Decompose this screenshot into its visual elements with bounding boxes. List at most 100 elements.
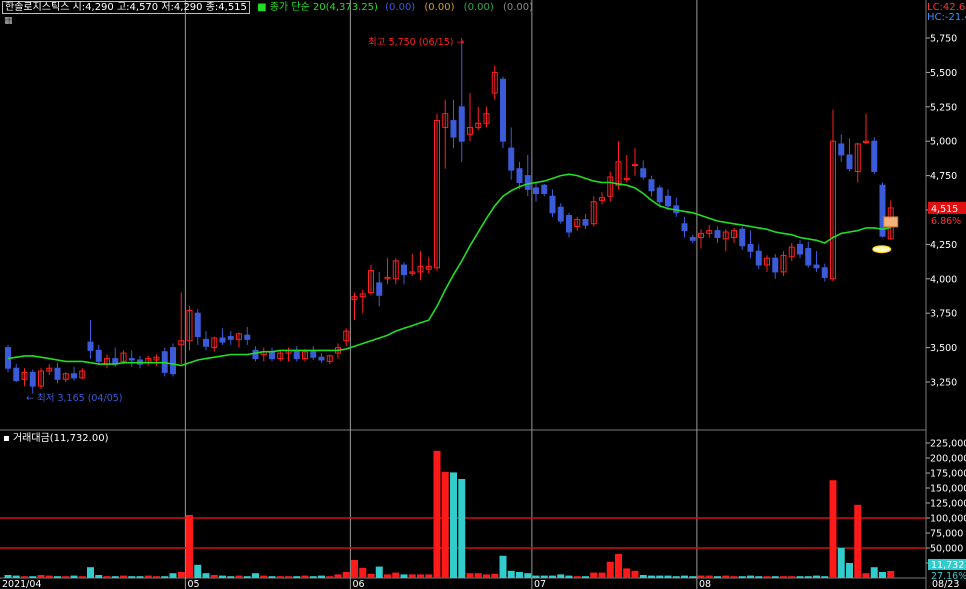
volume-bar	[648, 575, 655, 578]
stock-info-box[interactable]: 한솔로지스틱스 시:4,290 고:4,570 저:4,290 종:4,515	[2, 1, 250, 14]
volume-bar	[780, 576, 787, 578]
volume-bar	[95, 575, 103, 578]
volume-bar	[301, 575, 309, 578]
volume-bar	[516, 572, 523, 578]
volume-bar	[540, 575, 548, 578]
volume-bar	[169, 573, 177, 578]
volume-tick-label: 125,000	[930, 499, 966, 510]
volume-bar	[309, 576, 317, 578]
candle-body	[648, 179, 655, 192]
volume-bar	[582, 576, 589, 578]
table-icon[interactable]: ▦	[4, 15, 13, 27]
candle-body	[318, 356, 325, 361]
volume-bar	[639, 575, 647, 578]
candle-body	[566, 215, 572, 233]
hc-label: HC:-21.48	[927, 12, 966, 23]
candle-body	[244, 334, 251, 340]
volume-tick-label: 100,000	[930, 514, 966, 525]
candle-body	[269, 351, 275, 360]
candle-body	[450, 120, 457, 138]
candle-body	[500, 78, 506, 142]
volume-bar	[78, 576, 86, 578]
volume-bar	[705, 575, 713, 578]
price-tick-label: 3,250	[930, 378, 957, 389]
candle-body	[821, 267, 828, 278]
candle-body	[640, 168, 647, 178]
volume-bar	[549, 575, 556, 578]
volume-bar	[392, 572, 400, 578]
volume-bar	[879, 572, 886, 578]
volume-bar	[252, 573, 259, 578]
high-annotation: 최고 5,750 (06/15) →	[368, 37, 465, 48]
stock-chart[interactable]: 5,7505,5005,2505,0004,7504,5004,2504,000…	[0, 0, 966, 589]
candle-body	[310, 349, 317, 358]
candle-body	[516, 168, 523, 183]
volume-bar	[672, 576, 680, 578]
volume-bar	[829, 480, 837, 578]
cursor-ellipse	[872, 245, 892, 254]
volume-bar	[161, 576, 169, 578]
volume-bar	[136, 576, 144, 578]
volume-bar	[813, 575, 820, 578]
candle-body	[665, 195, 671, 207]
volume-bar	[796, 576, 804, 578]
volume-bar	[235, 575, 243, 578]
volume-bar	[573, 576, 581, 578]
candle-body	[747, 243, 754, 252]
volume-bar	[177, 572, 185, 578]
volume-bar	[276, 576, 284, 578]
price-header: 한솔로지스틱스 시:4,290 고:4,570 저:4,290 종:4,515 …	[2, 1, 533, 14]
volume-axis: 225,000 200,000 175,000 150,000 125,000 100,0…	[926, 439, 966, 570]
date-label: 05	[188, 579, 200, 589]
candle-body	[813, 264, 820, 269]
price-tick-label: 3,500	[930, 343, 957, 354]
volume-bar	[854, 504, 862, 578]
volume-bar	[326, 576, 334, 578]
price-tick-label: 4,000	[930, 274, 957, 285]
volume-tick-label: 200,000	[930, 454, 966, 465]
volume-bar	[400, 574, 408, 578]
candle-body	[541, 184, 548, 194]
candle-body	[805, 248, 812, 266]
extra-value-1: (0.00)	[385, 2, 416, 13]
volume-bar	[532, 575, 540, 578]
volume-tick-label: 75,000	[930, 529, 963, 540]
volume-bar	[681, 575, 688, 578]
volume-label: 거래대금(11,732.00)	[12, 433, 109, 444]
low-annotation: ← 최저 3,165 (04/05)	[26, 393, 123, 404]
volume-bar	[29, 576, 37, 578]
volume-bar	[111, 576, 119, 578]
extra-value-3: (0.00)	[463, 2, 494, 13]
candle-body	[219, 337, 226, 343]
candle-body	[170, 347, 176, 375]
volume-bar	[384, 574, 391, 578]
volume-bar	[788, 576, 796, 578]
candle-body	[739, 228, 746, 247]
volume-bar	[474, 573, 482, 578]
volume-tick-label: 50,000	[930, 544, 963, 555]
volume-bar	[408, 574, 416, 578]
volume-bar	[565, 575, 573, 578]
volume-bar	[4, 575, 12, 578]
volume-bar	[153, 576, 160, 578]
price-tick-label: 3,750	[930, 309, 957, 320]
volume-bar	[730, 576, 738, 578]
current-marker	[883, 216, 899, 228]
volume-bar	[417, 574, 424, 578]
candle-body	[29, 371, 36, 387]
volume-bar	[268, 576, 276, 578]
price-tick-label: 4,250	[930, 240, 957, 251]
candle-body	[557, 206, 564, 222]
date-label: 06	[353, 579, 365, 589]
volume-bar	[367, 573, 375, 578]
volume-bar	[664, 575, 672, 578]
volume-bar	[21, 576, 28, 578]
candle-body	[227, 336, 234, 340]
volume-bar	[689, 576, 697, 578]
volume-bar	[887, 570, 895, 578]
candle-body	[13, 367, 20, 382]
volume-bar	[351, 560, 358, 578]
volume-tick-label: 225,000	[930, 439, 966, 450]
volume-bar	[202, 573, 210, 578]
volume-bar	[441, 471, 449, 578]
